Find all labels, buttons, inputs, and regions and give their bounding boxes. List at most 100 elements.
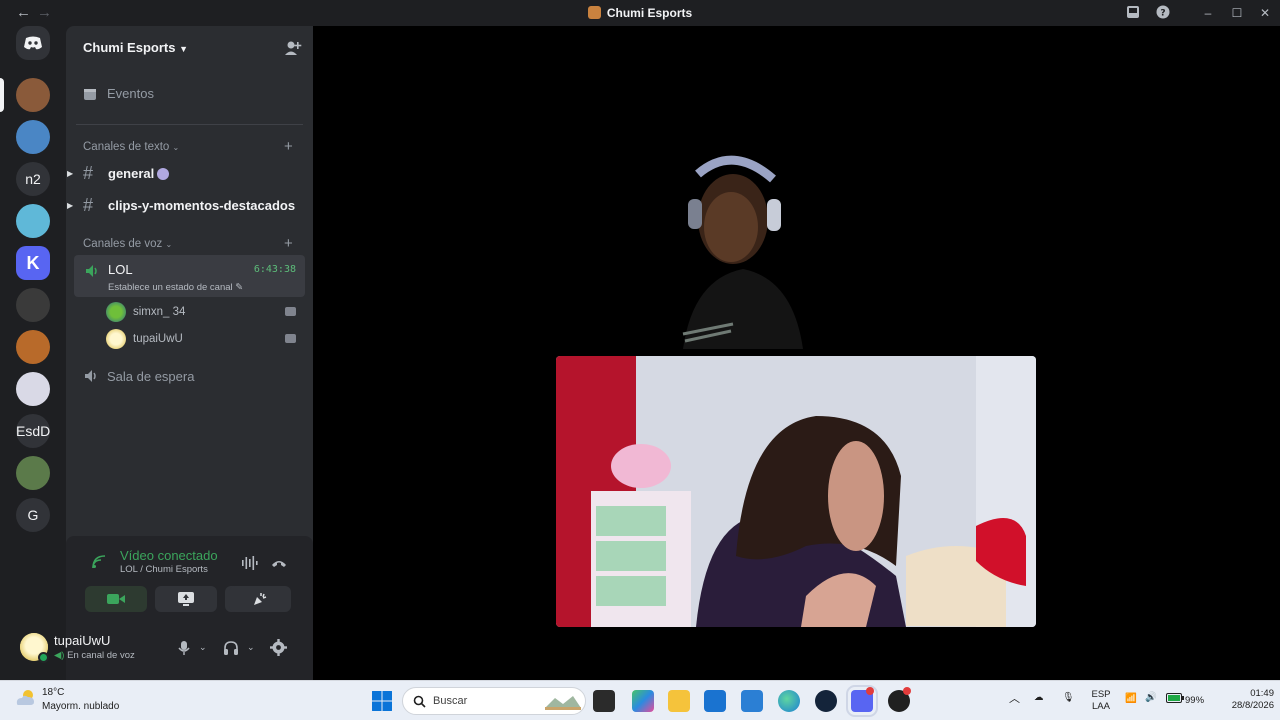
member-name: simxn_ 34 <box>133 306 186 318</box>
noise-suppression-icon[interactable] <box>240 554 258 572</box>
clock[interactable]: 01:49 28/8/2026 <box>1214 688 1274 712</box>
guild-header[interactable]: Chumi Esports ▼ <box>83 40 188 55</box>
set-status-link[interactable]: Establece un estado de canal ✎ <box>108 282 243 293</box>
pencil-icon: ✎ <box>235 282 244 293</box>
clock-date: 28/8/2026 <box>1231 700 1274 711</box>
category-label: Canales de voz <box>83 238 163 250</box>
battery-icon[interactable] <box>1166 693 1184 707</box>
soundboard-button[interactable] <box>229 586 291 612</box>
server-icon[interactable] <box>16 204 50 238</box>
server-icon[interactable] <box>16 456 50 490</box>
add-text-channel-icon[interactable]: + <box>284 138 293 155</box>
cloud-sync-icon[interactable]: ☁ <box>1034 692 1044 704</box>
emoji-icon <box>157 167 170 180</box>
steam-icon[interactable] <box>815 690 837 712</box>
chevron-up-icon[interactable]: ︿ <box>1009 693 1020 705</box>
weather-condition: Mayorm. nublado <box>42 701 120 712</box>
discord-logo-icon <box>24 36 42 50</box>
notification-badge <box>903 687 911 695</box>
channel-general[interactable]: ▶ # general <box>67 163 170 184</box>
username[interactable]: tupaiUwU <box>54 633 110 648</box>
server-icon[interactable]: n2 <box>16 162 50 196</box>
voice-member[interactable]: tupaiUwU <box>106 328 296 350</box>
clock-time: 01:49 <box>1250 688 1274 699</box>
gear-icon[interactable] <box>270 639 287 656</box>
title-bar: ← → Chumi Esports ? – ☐ ✕ <box>0 0 1280 26</box>
soundboard-icon <box>254 593 267 605</box>
microphone-tray-icon[interactable]: 🎙 <box>1062 692 1074 704</box>
language-indicator[interactable]: ESP LAA <box>1088 689 1114 713</box>
hash-icon: # <box>83 195 94 215</box>
keyboard-layout: LAA <box>1092 701 1110 712</box>
windows-start-icon[interactable] <box>371 690 393 712</box>
widgets-app-icon[interactable] <box>632 690 654 712</box>
selected-server-indicator <box>0 78 4 112</box>
participant-video-tupaiuwu[interactable] <box>556 356 1036 627</box>
channel-name: clips-y-momentos-destacados <box>108 198 296 213</box>
chevron-down-icon: ▼ <box>179 44 189 54</box>
server-icon[interactable]: K <box>16 246 50 280</box>
edge-browser-icon[interactable] <box>778 690 800 712</box>
camera-icon <box>285 334 296 343</box>
chevron-down-icon: ⌄ <box>165 240 173 249</box>
calendar-icon <box>84 88 96 100</box>
share-screen-button[interactable] <box>155 586 217 612</box>
participant-video-simxn[interactable] <box>643 109 843 349</box>
category-voice-channels[interactable]: Canales de voz ⌄ <box>83 238 172 250</box>
voice-member[interactable]: simxn_ 34 <box>106 301 296 323</box>
voice-channel-waiting-room[interactable]: Sala de espera <box>83 368 194 384</box>
user-status-text: En canal de voz <box>67 650 135 661</box>
taskbar-search[interactable]: Buscar <box>402 687 586 715</box>
channel-name: general <box>108 166 155 181</box>
headphones-icon[interactable] <box>223 640 239 656</box>
server-icon[interactable] <box>16 120 50 154</box>
server-icon[interactable] <box>16 330 50 364</box>
server-icon[interactable]: G <box>16 498 50 532</box>
window-title: Chumi Esports <box>0 6 1280 20</box>
invite-user-icon[interactable] <box>284 39 302 57</box>
call-timer: 6:43:38 <box>253 264 296 275</box>
category-text-channels[interactable]: Canales de texto ⌄ <box>83 141 179 153</box>
voice-channel-name: LOL <box>108 262 133 277</box>
maximize-icon[interactable]: ☐ <box>1229 5 1245 21</box>
camera-icon <box>285 307 296 316</box>
voice-channel-lol[interactable]: LOL 6:43:38 Establece un estado de canal… <box>74 255 305 297</box>
outlook-icon[interactable] <box>741 690 763 712</box>
events-item[interactable]: Eventos <box>83 86 154 101</box>
category-label: Canales de texto <box>83 141 170 153</box>
add-voice-channel-icon[interactable]: + <box>284 235 293 252</box>
divider <box>76 124 303 125</box>
weather-widget[interactable]: 18°C Mayorm. nublado <box>14 687 119 712</box>
camera-toggle-button[interactable] <box>85 586 147 612</box>
avatar <box>106 329 126 349</box>
help-icon[interactable]: ? <box>1155 5 1171 21</box>
server-icon[interactable] <box>16 78 50 112</box>
caret-right-icon: ▶ <box>67 201 74 210</box>
server-icon[interactable] <box>16 372 50 406</box>
disconnect-icon[interactable] <box>270 554 288 572</box>
channel-clips[interactable]: ▶ # clips-y-momentos-destacados <box>67 195 296 216</box>
guild-name: Chumi Esports <box>83 40 176 55</box>
task-view-icon[interactable] <box>593 690 615 712</box>
volume-icon[interactable]: 🔊 <box>1145 692 1157 704</box>
hash-icon: # <box>83 163 94 183</box>
inbox-icon[interactable] <box>1125 5 1141 21</box>
microphone-icon[interactable] <box>176 640 192 656</box>
server-logo-icon <box>587 6 601 19</box>
server-icon[interactable]: EsdD <box>16 414 50 448</box>
wifi-icon[interactable]: 📶 <box>1125 693 1137 705</box>
server-icon[interactable] <box>16 288 50 322</box>
online-status-dot <box>38 652 49 663</box>
discord-home-button[interactable] <box>16 26 50 60</box>
speaker-icon <box>86 265 97 277</box>
search-placeholder: Buscar <box>433 695 468 707</box>
store-icon[interactable] <box>704 690 726 712</box>
connection-status[interactable]: Vídeo conectado <box>120 548 218 563</box>
close-icon[interactable]: ✕ <box>1257 5 1273 21</box>
chevron-down-icon[interactable]: ⌄ <box>199 642 207 653</box>
search-icon <box>413 695 426 708</box>
chevron-down-icon[interactable]: ⌄ <box>247 642 255 653</box>
minimize-icon[interactable]: – <box>1200 5 1216 21</box>
file-explorer-icon[interactable] <box>668 690 690 712</box>
connection-channel[interactable]: LOL / Chumi Esports <box>120 564 208 575</box>
